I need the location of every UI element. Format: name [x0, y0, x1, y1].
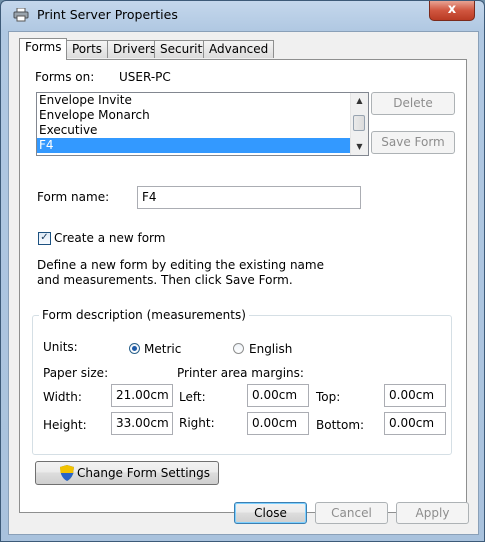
printer-margins-label: Printer area margins:	[177, 366, 304, 380]
list-item[interactable]: Envelope Monarch	[37, 108, 368, 123]
forms-list-scrollbar[interactable]: ▲ ▼	[350, 93, 368, 155]
form-instructions: Define a new form by editing the existin…	[37, 258, 324, 287]
list-item-selected[interactable]: F4	[37, 138, 368, 153]
height-field[interactable]: 33.00cm	[111, 412, 173, 435]
english-radio[interactable]	[233, 343, 244, 354]
printer-icon	[13, 8, 29, 22]
list-item[interactable]: Executive	[37, 123, 368, 138]
height-label: Height:	[43, 418, 87, 432]
change-form-settings-label: Change Form Settings	[77, 466, 211, 480]
top-margin-field[interactable]: 0.00cm	[384, 384, 446, 407]
change-form-settings-button[interactable]: Change Form Settings	[35, 461, 219, 485]
scroll-down-icon[interactable]: ▼	[351, 139, 368, 155]
delete-button[interactable]: Delete	[371, 92, 455, 115]
right-margin-label: Right:	[179, 416, 215, 430]
apply-button[interactable]: Apply	[396, 502, 469, 524]
forms-on-value: USER-PC	[119, 70, 171, 84]
save-form-button[interactable]: Save Form	[371, 131, 455, 154]
metric-label: Metric	[144, 342, 182, 356]
tab-advanced[interactable]: Advanced	[203, 40, 275, 58]
scroll-thumb[interactable]	[353, 115, 365, 131]
scroll-up-icon[interactable]: ▲	[351, 93, 368, 109]
title-bar[interactable]: Print Server Properties x	[1, 1, 484, 29]
cancel-button[interactable]: Cancel	[315, 502, 388, 524]
group-title: Form description (measurements)	[39, 308, 249, 322]
dialog-client-area: Forms Ports Drivers Security Advanced Fo…	[8, 31, 479, 535]
bottom-margin-label: Bottom:	[316, 418, 365, 432]
left-margin-label: Left:	[179, 390, 206, 404]
top-margin-label: Top:	[316, 390, 341, 404]
width-label: Width:	[43, 390, 82, 404]
create-new-form-checkbox[interactable]: ✓	[38, 232, 51, 245]
print-server-properties-window: Print Server Properties x Forms Ports Dr…	[0, 0, 485, 542]
form-name-field[interactable]: F4	[137, 186, 361, 209]
tab-ports[interactable]: Ports	[66, 40, 109, 58]
bottom-margin-field[interactable]: 0.00cm	[384, 412, 446, 435]
paper-size-label: Paper size:	[43, 366, 109, 380]
metric-radio[interactable]	[129, 343, 140, 354]
close-button[interactable]: Close	[234, 502, 307, 524]
form-name-label: Form name:	[37, 190, 110, 204]
left-margin-field[interactable]: 0.00cm	[247, 384, 309, 407]
right-margin-field[interactable]: 0.00cm	[247, 412, 309, 435]
window-title: Print Server Properties	[37, 7, 178, 22]
close-icon: x	[447, 2, 457, 17]
uac-shield-icon	[60, 465, 74, 481]
list-item[interactable]: Envelope Invite	[37, 93, 368, 108]
forms-on-label: Forms on:	[35, 70, 95, 84]
tab-forms[interactable]: Forms	[19, 38, 68, 60]
forms-list[interactable]: Envelope Invite Envelope Monarch Executi…	[36, 92, 369, 156]
english-label: English	[249, 342, 293, 356]
width-field[interactable]: 21.00cm	[111, 384, 173, 407]
window-close-button[interactable]: x	[429, 1, 475, 21]
create-new-form-label: Create a new form	[54, 231, 166, 245]
units-label: Units:	[43, 340, 78, 354]
